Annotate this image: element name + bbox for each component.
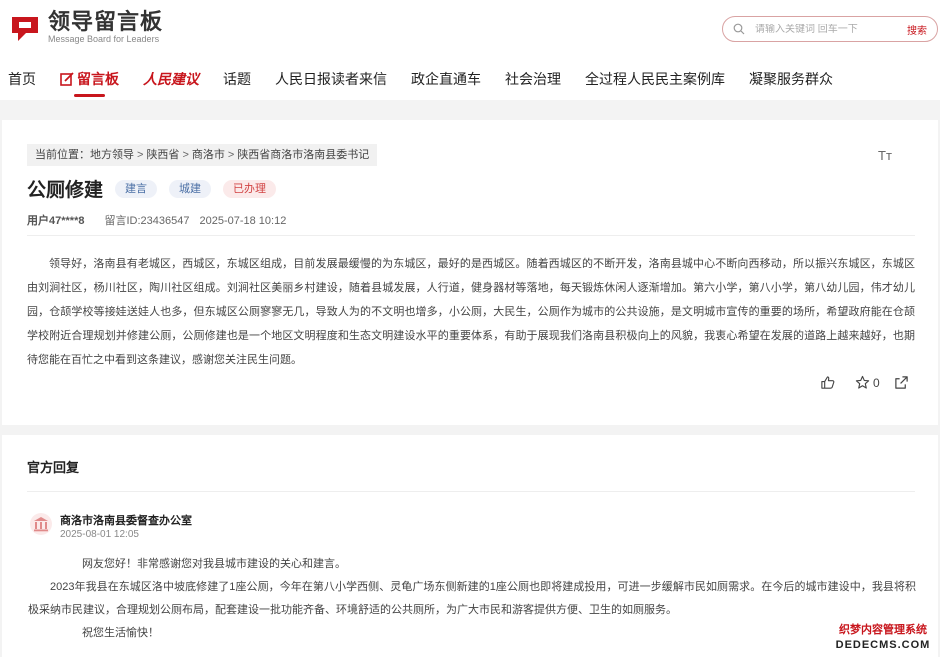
breadcrumb-separator: > (137, 149, 144, 161)
reply-paragraph: 网友您好！非常感谢您对我县城市建设的关心和建言。 (82, 558, 346, 570)
nav-democracy-cases[interactable]: 全过程人民民主案例库 (585, 64, 725, 94)
logo-icon (12, 16, 38, 41)
star-icon[interactable] (855, 375, 870, 390)
reply-org-name: 商洛市洛南县委督查办公室 (60, 515, 192, 527)
search-box: 搜索 (722, 16, 938, 42)
divider (27, 491, 915, 492)
edit-icon (60, 72, 74, 86)
divider (27, 235, 915, 236)
main-nav: 首页 留言板 人民建议 话题 人民日报读者来信 政企直通车 社会治理 全过程人民… (0, 62, 857, 97)
message-actions: 0 (820, 375, 909, 390)
nav-topics[interactable]: 话题 (223, 64, 251, 94)
logo-title: 领导留言板 (48, 9, 164, 34)
breadcrumb-item-leader[interactable]: 陕西省商洛市洛南县委书记 (237, 149, 369, 161)
nav-gov-enterprise[interactable]: 政企直通车 (411, 64, 481, 94)
breadcrumb: 当前位置：地方领导 > 陕西省 > 商洛市 > 陕西省商洛市洛南县委书记 (27, 144, 378, 166)
share-icon[interactable] (894, 375, 909, 390)
reply-paragraph: 2023年我县在东城区洛中坡底修建了1座公厕，今年在第八小学西侧、灵龟广场东侧新… (28, 581, 916, 616)
message-id: 留言ID:23436547 (104, 215, 190, 227)
reply-paragraph: 祝您生活愉快！ (82, 627, 159, 639)
thumbs-up-icon[interactable] (820, 375, 835, 390)
message-card: 当前位置：地方领导 > 陕西省 > 商洛市 > 陕西省商洛市洛南县委书记 Tт 公厕修建 建… (2, 120, 938, 425)
nav-message-board-label: 留言板 (77, 71, 119, 87)
watermark-logo: 织梦内容管理系统 DEDECMS.COM (828, 623, 938, 655)
nav-home[interactable]: 首页 (8, 64, 36, 94)
breadcrumb-item-local-leaders[interactable]: 地方领导 (90, 149, 134, 161)
watermark-line1: 织梦内容管理系统 (839, 624, 927, 636)
message-content: 领导好，洛南县有老城区，西城区，东城区组成，目前发展最缓慢的为东城区，最好的是西… (27, 258, 915, 366)
search-input[interactable] (755, 23, 885, 35)
breadcrumb-item-city[interactable]: 商洛市 (192, 149, 225, 161)
nav-social-governance[interactable]: 社会治理 (505, 64, 561, 94)
title-row: 公厕修建 建言 城建 已办理 (27, 175, 277, 202)
font-size-toggle[interactable]: Tт (878, 148, 892, 163)
message-time: 2025-07-18 10:12 (199, 215, 287, 227)
breadcrumb-item-province[interactable]: 陕西省 (146, 149, 179, 161)
tag-urban-construction: 城建 (169, 179, 212, 198)
watermark-line2: DEDECMS.COM (835, 639, 931, 651)
logo-subtitle: Message Board for Leaders (48, 34, 160, 44)
search-button[interactable]: 搜索 (907, 22, 927, 37)
reply-time: 2025-08-01 12:05 (60, 529, 139, 540)
tag-status-handled: 已办理 (223, 179, 277, 198)
star-count: 0 (873, 375, 880, 390)
nav-people-suggestion[interactable]: 人民建议 (143, 64, 199, 94)
breadcrumb-prefix: 当前位置： (35, 149, 90, 161)
breadcrumb-separator: > (182, 149, 189, 161)
message-meta: 用户47****8 留言ID:23436547 2025-07-18 10:12 (27, 212, 286, 228)
reply-card: 官方回复 商洛市洛南县委督查办公室 2025-08-01 12:05 网友您好！… (2, 435, 938, 657)
nav-serve-people[interactable]: 凝聚服务群众 (749, 64, 833, 94)
nav-reader-letters[interactable]: 人民日报读者来信 (275, 64, 387, 94)
search-icon (733, 23, 745, 35)
government-building-icon (30, 513, 52, 535)
breadcrumb-separator: > (227, 149, 235, 161)
reply-heading: 官方回复 (27, 460, 80, 475)
message-title: 公厕修建 (27, 180, 104, 201)
site-logo[interactable]: 领导留言板 Message Board for Leaders (8, 10, 163, 45)
reply-body: 网友您好！非常感谢您对我县城市建设的关心和建言。 2023年我县在东城区洛中坡底… (28, 553, 916, 645)
message-user: 用户47****8 (27, 215, 85, 227)
nav-message-board[interactable]: 留言板 (60, 64, 119, 97)
tag-suggestion: 建言 (115, 179, 158, 198)
site-header: 领导留言板 Message Board for Leaders 搜索 首页 留言… (0, 0, 940, 100)
